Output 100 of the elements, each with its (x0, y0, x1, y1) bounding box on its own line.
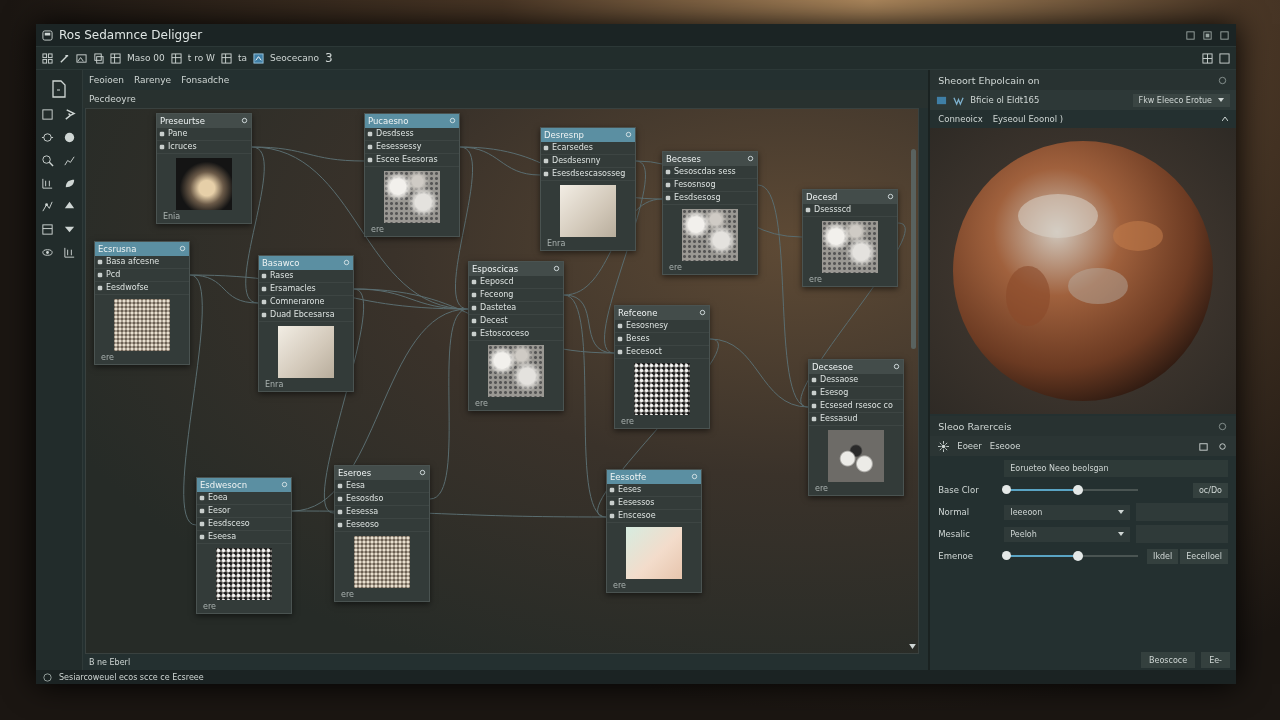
node-card[interactable]: Eessotfe Eeses Eesessos Enscesoe ere (605, 468, 702, 593)
node-card[interactable]: Eseroes Eesa Eesosdso Eesessa Eeseoso ere (333, 464, 430, 602)
slider-thumb[interactable] (1072, 485, 1083, 495)
image-icon[interactable] (936, 94, 948, 106)
gear-icon[interactable] (886, 193, 894, 201)
menu-item[interactable]: Feoioen (88, 74, 124, 85)
app-icon (42, 29, 53, 41)
node-header[interactable]: Decsesoe (808, 359, 903, 374)
node-card[interactable]: Ecsrusna Basa afcesne Pcd Eesdwofse ere (93, 240, 190, 365)
preset-dropdown[interactable]: Fkw Eleeco Erotue (1132, 93, 1230, 107)
pen-icon[interactable] (59, 52, 70, 64)
node-header[interactable]: Preseurtse (156, 113, 251, 128)
maximize-icon[interactable] (1202, 29, 1213, 41)
menu-item[interactable]: Rarenye (133, 74, 172, 85)
caret-icon[interactable] (1222, 116, 1228, 122)
menu-item[interactable]: Fonsadche (181, 74, 230, 85)
slider-handle[interactable] (1002, 485, 1012, 494)
group-label: Eoeer (957, 441, 982, 451)
footer-button[interactable]: Ee- (1201, 652, 1230, 668)
node-header[interactable]: Eseroes (334, 465, 429, 480)
circle-icon[interactable] (1217, 420, 1228, 432)
chart-icon[interactable] (63, 154, 76, 167)
table-icon[interactable] (110, 52, 121, 64)
gear-icon[interactable] (552, 265, 560, 273)
node-card[interactable]: Decsesoe Dessaose Esesog Ecsesed rsesoc co Eessasud ere (807, 358, 904, 496)
node-title: Pucaesno (367, 115, 409, 126)
scrollbar[interactable] (910, 148, 916, 349)
node-caption: ere (813, 483, 829, 493)
node-header[interactable]: Esposcicas (468, 261, 563, 276)
node-title: Ecsrusna (97, 243, 137, 254)
gear-icon[interactable] (698, 309, 706, 317)
gear-icon[interactable] (746, 155, 754, 163)
search-icon[interactable] (41, 154, 54, 167)
node-card[interactable]: Beceses Sesoscdas sess Fesosnsog Eesdsesosg ere (661, 150, 758, 275)
property-label: Emenoe (938, 551, 974, 561)
node-header[interactable]: Decesd (802, 189, 897, 204)
canvas-tab[interactable]: Pecdeoyre (88, 93, 136, 104)
slider-handle[interactable] (1002, 551, 1012, 560)
gear-icon[interactable] (418, 469, 426, 477)
node-title: Basawco (261, 257, 300, 268)
eye-icon[interactable] (41, 246, 54, 259)
property-dropdown[interactable]: Peeloh (1004, 526, 1131, 542)
node-card[interactable]: Pucaesno Desdsess Eesessessy Escee Esesoras ere (363, 112, 460, 237)
square-icon[interactable] (41, 108, 54, 121)
minimize-icon[interactable] (1185, 29, 1196, 41)
socket-icon[interactable] (804, 206, 811, 213)
node-label: Ersamacles (269, 284, 316, 294)
node-card[interactable]: Preseurtse Pane Icruces Enia (155, 112, 252, 224)
table-icon[interactable] (170, 52, 182, 64)
node-header[interactable]: Beceses (662, 151, 757, 166)
window-title: Ros Sedamnce Deligger (59, 28, 203, 42)
table-icon[interactable] (220, 52, 232, 64)
layout-icon[interactable] (41, 223, 54, 236)
node-card[interactable]: Desresnp Ecarsedes Desdsesnny Esesdsescasosseg Enra (539, 126, 636, 251)
node-caption: ere (619, 416, 635, 426)
scroll-arrow-icon[interactable] (908, 644, 916, 650)
property-slider[interactable] (1004, 551, 1139, 561)
node-card[interactable]: Esdwesocn Eoea Eesor Eesdsceso Eseesa ere (195, 476, 292, 614)
view-label: Conneoicx (938, 114, 983, 124)
slider-thumb[interactable] (1072, 551, 1083, 561)
panel-title: Sheoort Ehpolcain on (938, 74, 1040, 86)
node-card[interactable]: Basawco Rases Ersamacles Comnerarone Duad Ebcesarsa Enra (257, 254, 354, 392)
scene-label[interactable]: Seocecano (270, 53, 319, 63)
value-button[interactable]: Ikdel (1147, 548, 1179, 564)
node-caption: ere (99, 352, 115, 362)
circle-icon[interactable] (1217, 74, 1228, 86)
node-header[interactable]: Refceone (614, 305, 709, 320)
toolbar-label[interactable]: t ro W (187, 53, 215, 63)
file-icon[interactable] (51, 80, 67, 98)
property-label: Mesalic (938, 529, 971, 539)
node-card[interactable]: Decesd Dsessscd ere (801, 188, 898, 287)
property-dropdown[interactable]: Ieeeoon (1004, 504, 1131, 520)
gear-icon[interactable] (892, 363, 900, 371)
layers-icon[interactable] (93, 52, 104, 64)
toolbar-label[interactable]: Maso 00 (127, 53, 165, 63)
node-caption: Enra (545, 238, 567, 248)
scene-icon[interactable] (253, 52, 264, 64)
image-icon[interactable] (76, 52, 87, 64)
gear-icon[interactable] (240, 117, 248, 125)
window-icon[interactable] (1219, 52, 1230, 64)
value-button[interactable]: oc/Do (1192, 482, 1228, 498)
close-icon[interactable] (1219, 29, 1230, 41)
value-button[interactable]: Eecelloel (1180, 548, 1228, 564)
shader-dropdown[interactable]: Eorueteo Neeo beolsgan (1004, 460, 1228, 477)
footer-button[interactable]: Beoscoce (1141, 652, 1196, 668)
node-card[interactable]: Esposcicas Eeposcd Feceong Dastetea Decest Estoscoceso ere (467, 260, 564, 411)
node-title: Eseroes (337, 467, 372, 478)
node-card[interactable]: Refceone Eesosnesy Beses Eecesoct ere (613, 304, 710, 429)
node-label: Eseesa (207, 532, 237, 542)
leaf-icon[interactable] (63, 177, 76, 190)
node-label: Eessasud (819, 414, 858, 424)
circle-icon[interactable] (1217, 440, 1228, 452)
blob-icon[interactable] (63, 131, 76, 144)
node-label: Desdsesnny (551, 156, 601, 166)
wave-icon[interactable] (953, 94, 965, 106)
property-slider[interactable] (1004, 485, 1139, 495)
save-icon[interactable] (1198, 440, 1209, 452)
node-icon[interactable] (41, 131, 54, 144)
toolbar-label[interactable]: ta (237, 53, 247, 63)
graph-icon[interactable] (41, 200, 54, 213)
